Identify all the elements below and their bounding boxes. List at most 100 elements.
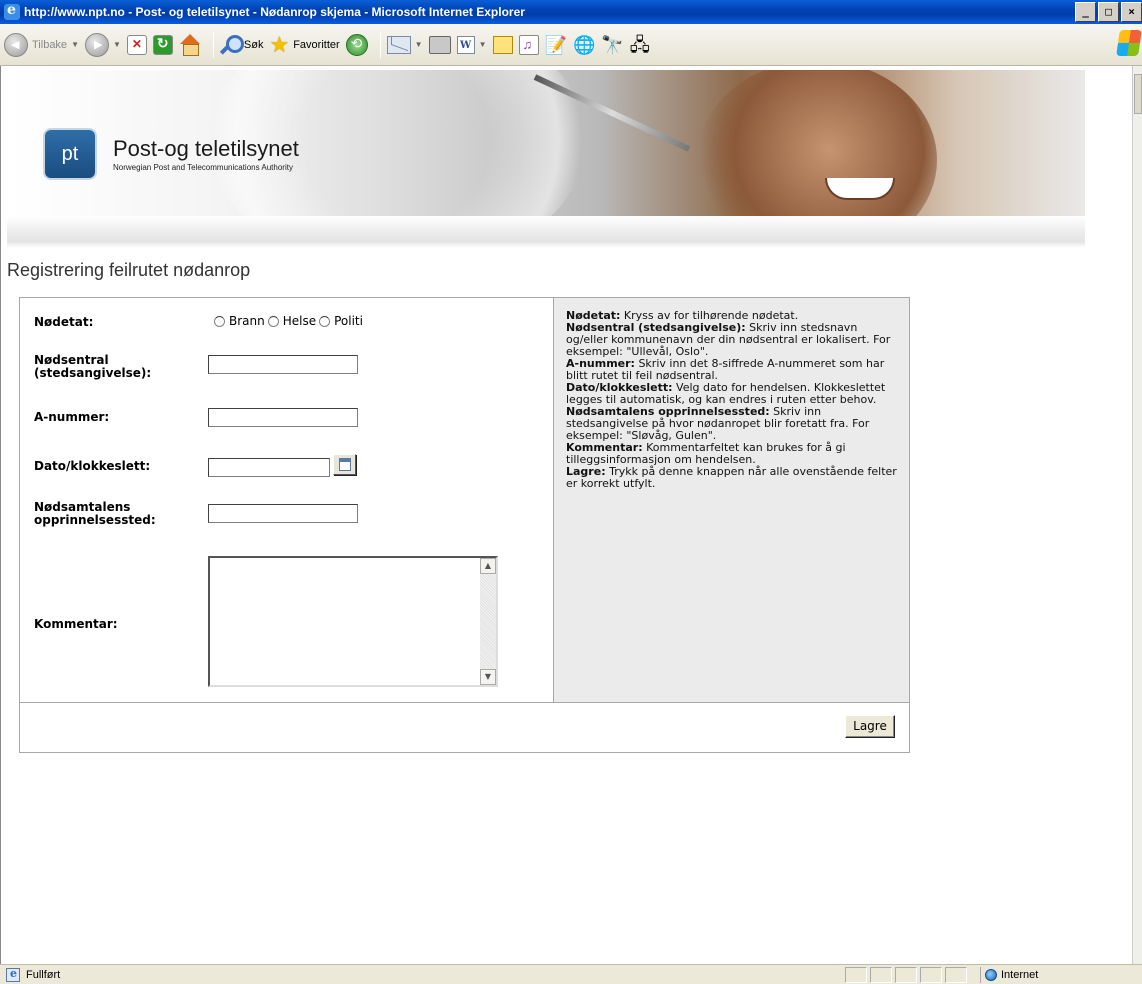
help-item: Kommentar: Kommentarfeltet kan brukes fo… [566, 441, 846, 466]
windows-logo-icon [1116, 30, 1142, 56]
word-icon: W [456, 35, 475, 54]
window-controls: _ □ × [1075, 2, 1142, 22]
calendar-icon [339, 458, 351, 471]
research-icon: 📝 [544, 34, 567, 55]
dato-input[interactable] [208, 458, 330, 477]
scrollbar-thumb[interactable] [1134, 74, 1142, 114]
radio-brann[interactable] [214, 315, 225, 327]
help-item: Nødsentral (stedsangivelse): Skriv inn s… [566, 321, 891, 358]
toolbar-separator [212, 31, 214, 58]
banner-person-image [697, 70, 937, 216]
toolbar-separator [379, 31, 381, 58]
edit-button[interactable]: W ▼ [456, 29, 487, 61]
status-cell [945, 967, 967, 983]
help-item: Dato/klokkeslett: Velg dato for hendelse… [566, 381, 886, 406]
stop-button[interactable] [126, 29, 147, 61]
printer-icon [428, 35, 451, 54]
security-zone[interactable]: Internet [980, 967, 1130, 983]
status-bar: Fullført Internet [0, 964, 1142, 984]
globe-icon: 🌐 [572, 34, 596, 55]
scroll-down-icon[interactable]: ▼ [480, 669, 496, 685]
back-label: Tilbake [32, 38, 68, 51]
header-banner: pt Post-og teletilsynet Norwegian Post a… [7, 70, 1085, 216]
media-button[interactable] [518, 29, 539, 61]
calendar-button[interactable] [333, 454, 356, 475]
anummer-input[interactable] [208, 408, 358, 427]
print-button[interactable] [428, 29, 451, 61]
radio-helse[interactable] [267, 315, 279, 327]
logo-text: Post-og teletilsynet Norwegian Post and … [113, 136, 299, 172]
messenger-button[interactable]: 🌐 [573, 29, 595, 61]
close-button[interactable]: × [1121, 2, 1142, 22]
search-label: Søk [243, 38, 264, 51]
radio-brann-label: Brann [229, 314, 265, 328]
search-icon [220, 34, 244, 55]
logo-icon: pt [43, 128, 97, 180]
notes-button[interactable] [492, 29, 513, 61]
star-icon: ★ [269, 31, 290, 57]
opprinnelse-input[interactable] [208, 504, 358, 523]
forward-arrow-icon [84, 32, 109, 57]
refresh-button[interactable] [152, 29, 173, 61]
chevron-down-icon: ▼ [71, 40, 79, 49]
textarea-scrollbar[interactable]: ▲ ▼ [480, 558, 496, 685]
favorites-button[interactable]: ★ Favoritter [269, 29, 339, 61]
favorites-label: Favoritter [293, 38, 340, 51]
scroll-up-icon[interactable]: ▲ [480, 558, 496, 574]
form-actions: Lagre [20, 702, 909, 752]
anummer-label: A-nummer: [34, 410, 110, 424]
home-icon [179, 33, 201, 56]
back-arrow-icon [4, 32, 28, 57]
network-icon: 🖧 [629, 34, 650, 55]
note-icon [492, 35, 513, 54]
research-button[interactable]: 📝 [545, 29, 567, 61]
radio-helse-label: Helse [282, 314, 317, 328]
nodetat-radio-group: Brann Helse Politi [214, 314, 366, 328]
radio-politi-label: Politi [334, 314, 363, 328]
browser-toolbar: Tilbake ▼ ▼ Søk ★ Favoritter ▼ W ▼ [0, 24, 1142, 66]
search-button[interactable]: Søk [220, 29, 264, 61]
form-fields: Nødetat: Brann Helse Politi Nødsentral (… [20, 298, 553, 702]
registration-form: Nødetat: Brann Helse Politi Nødsentral (… [19, 297, 910, 753]
internet-zone-icon [985, 969, 997, 981]
status-cell [845, 967, 867, 983]
kommentar-label: Kommentar: [34, 617, 118, 631]
maximize-button[interactable]: □ [1098, 2, 1119, 22]
org-name: Post-og teletilsynet [113, 136, 299, 161]
help-panel: Nødetat: Kryss av for tilhørende nødetat… [553, 298, 909, 702]
media-icon [518, 34, 539, 55]
kommentar-textarea[interactable]: ▲ ▼ [208, 556, 498, 687]
page-scrollbar[interactable] [1132, 66, 1142, 964]
history-icon [345, 33, 368, 56]
window-title-bar: http://www.npt.no - Post- og teletilsyne… [0, 0, 1142, 24]
help-item: A-nummer: Skriv inn det 8-siffrede A-num… [566, 357, 885, 382]
mail-icon [386, 35, 411, 54]
opprinnelse-label: Nødsamtalens opprinnelsessted: [34, 500, 156, 527]
nodsentral-input[interactable] [208, 355, 358, 374]
help-item: Lagre: Trykk på denne knappen når alle o… [566, 465, 897, 490]
minimize-button[interactable]: _ [1075, 2, 1096, 22]
site-logo[interactable]: pt Post-og teletilsynet Norwegian Post a… [43, 128, 299, 180]
forward-button[interactable]: ▼ [84, 29, 121, 61]
refresh-icon [152, 34, 173, 55]
status-cell [920, 967, 942, 983]
extra-button[interactable]: 🖧 [630, 29, 650, 61]
chevron-down-icon: ▼ [414, 40, 423, 49]
status-cell [870, 967, 892, 983]
mail-button[interactable]: ▼ [386, 29, 423, 61]
banner-smile-image [825, 178, 895, 200]
history-button[interactable] [345, 29, 368, 61]
back-button[interactable]: Tilbake ▼ [4, 29, 79, 61]
save-button[interactable]: Lagre [845, 715, 895, 738]
radio-politi[interactable] [319, 315, 331, 327]
home-button[interactable] [179, 29, 201, 61]
status-cells [845, 967, 970, 983]
tools-button[interactable]: 🔭 [601, 29, 623, 61]
nodetat-label: Nødetat: [34, 315, 94, 329]
binoculars-icon: 🔭 [601, 34, 624, 55]
dato-label: Dato/klokkeslett: [34, 459, 151, 473]
status-cell [895, 967, 917, 983]
page-title: Registrering feilrutet nødanrop [7, 260, 251, 280]
chevron-down-icon: ▼ [478, 40, 487, 49]
org-subtitle: Norwegian Post and Telecommunications Au… [113, 163, 293, 172]
